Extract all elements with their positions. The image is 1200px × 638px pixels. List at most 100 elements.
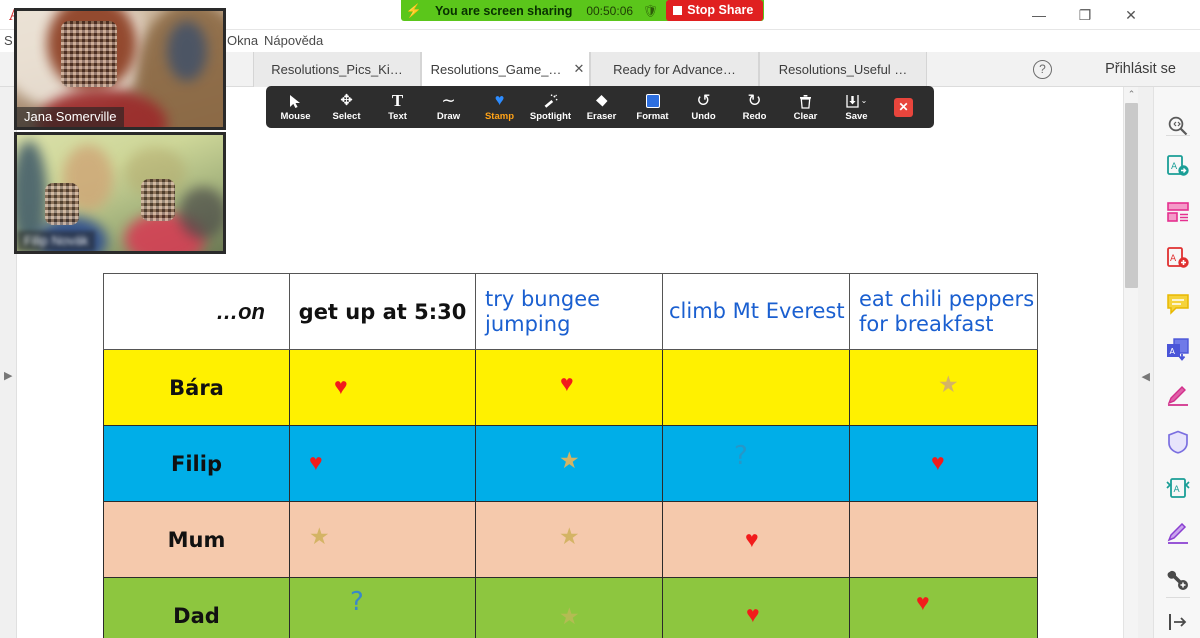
- organize-pages-icon[interactable]: [1161, 195, 1195, 229]
- menu-item-okna[interactable]: Okna: [227, 31, 258, 51]
- combine-files-icon[interactable]: A: [1161, 333, 1195, 367]
- tool-select[interactable]: ✥ Select: [321, 86, 372, 128]
- tool-label: Undo: [691, 110, 716, 122]
- shield-icon: 🛡: [643, 3, 659, 18]
- scrollbar-thumb[interactable]: [1125, 103, 1138, 288]
- tool-spotlight[interactable]: Spotlight: [525, 86, 576, 128]
- cell-bara-everest[interactable]: [662, 349, 850, 426]
- cell-dad-bungee[interactable]: ★: [475, 577, 663, 638]
- more-tools-icon[interactable]: [1161, 563, 1195, 597]
- search-zoom-icon[interactable]: [1161, 109, 1195, 143]
- window-minimize-button[interactable]: —: [1016, 0, 1062, 30]
- stamp-heart-icon: ♥: [334, 373, 348, 399]
- close-toolbar-button[interactable]: ✕: [894, 97, 913, 117]
- cell-bara-chili[interactable]: ★: [849, 349, 1038, 426]
- cell-filip-getup[interactable]: ♥: [289, 425, 476, 502]
- tool-clear[interactable]: Clear: [780, 86, 831, 128]
- stamp-heart-icon: ♥: [931, 449, 945, 475]
- tab-label: Resolutions_Game_…: [430, 61, 562, 77]
- resolutions-table: …on get up at 5:30 try bungee jumping cl…: [103, 273, 1038, 638]
- row-name-dad: Dad: [103, 577, 290, 638]
- chevron-left-icon[interactable]: ◀: [1142, 370, 1150, 383]
- table-row: Bára ♥ ♥ ★: [103, 349, 1038, 426]
- export-pdf-icon[interactable]: A: [1161, 149, 1195, 183]
- cell-mum-bungee[interactable]: ★: [475, 501, 663, 578]
- tab-resolutions-game[interactable]: Resolutions_Game_… ✕: [421, 52, 590, 87]
- tool-draw[interactable]: ∼ Draw: [423, 86, 474, 128]
- tool-text[interactable]: T Text: [372, 86, 423, 128]
- tool-label: Eraser: [586, 110, 617, 122]
- tool-eraser[interactable]: Eraser: [576, 86, 627, 128]
- compress-pdf-icon[interactable]: A: [1161, 471, 1195, 505]
- stamp-star-icon: ★: [559, 603, 580, 629]
- window-close-button[interactable]: ✕: [1108, 0, 1154, 30]
- tab-label: Resolutions_Pics_Ki…: [271, 62, 403, 77]
- tool-format[interactable]: Format: [627, 86, 678, 128]
- cell-filip-chili[interactable]: ♥: [849, 425, 1038, 502]
- text-icon: T: [391, 91, 404, 110]
- tool-redo[interactable]: ↻ Redo: [729, 86, 780, 128]
- video-tile-filip[interactable]: Filip Novák: [14, 132, 226, 254]
- stamp-star-icon: ★: [559, 447, 580, 473]
- scroll-up-icon[interactable]: ⌃: [1124, 87, 1139, 102]
- tool-undo[interactable]: ↺ Undo: [678, 86, 729, 128]
- menu-item-soubor[interactable]: S: [4, 31, 13, 51]
- chevron-right-icon: ▶: [4, 370, 13, 382]
- rail-divider: [1166, 135, 1190, 136]
- stamp-star-icon: ★: [559, 523, 580, 549]
- comment-icon[interactable]: [1161, 287, 1195, 321]
- sign-in-button[interactable]: Přihlásit se: [1105, 61, 1176, 77]
- window-maximize-button[interactable]: ❐: [1062, 0, 1108, 30]
- tools-rail: A A A A: [1153, 87, 1200, 638]
- cell-bara-bungee[interactable]: ♥: [475, 349, 663, 426]
- stamp-heart-icon: ♥: [560, 370, 574, 396]
- stamp-star-icon: ★: [938, 371, 959, 397]
- stamp-heart-icon: ♥: [916, 589, 930, 615]
- row-name-bara: Bára: [103, 349, 290, 426]
- cell-dad-getup[interactable]: ?: [289, 577, 476, 638]
- cursor-icon: [289, 93, 302, 110]
- cell-filip-bungee[interactable]: ★: [475, 425, 663, 502]
- stop-share-label: Stop Share: [687, 3, 754, 17]
- cell-filip-everest[interactable]: ?: [662, 425, 850, 502]
- row-name-mum: Mum: [103, 501, 290, 578]
- stamp-question-icon: ?: [734, 441, 748, 471]
- create-pdf-icon[interactable]: A: [1161, 241, 1195, 275]
- protect-icon[interactable]: [1161, 425, 1195, 459]
- header-cell-topic: …on: [103, 273, 290, 350]
- stop-square-icon: [673, 6, 683, 15]
- svg-text:A: A: [1170, 347, 1176, 356]
- tool-label: Format: [636, 110, 669, 122]
- stop-share-button[interactable]: Stop Share: [666, 0, 764, 21]
- cell-dad-chili[interactable]: ♥: [849, 577, 1038, 638]
- video-name-label: Jana Somerville: [17, 107, 124, 127]
- cell-mum-chili[interactable]: [849, 501, 1038, 578]
- tool-save[interactable]: ⌄ Save: [831, 86, 882, 128]
- cell-mum-everest[interactable]: ♥: [662, 501, 850, 578]
- edit-pdf-icon[interactable]: [1161, 517, 1195, 551]
- collapse-rail-icon[interactable]: [1161, 605, 1195, 638]
- vertical-scrollbar[interactable]: ⌃: [1123, 87, 1138, 638]
- tool-mouse[interactable]: Mouse: [270, 86, 321, 128]
- cell-dad-everest[interactable]: ♥: [662, 577, 850, 638]
- cell-mum-getup[interactable]: ★: [289, 501, 476, 578]
- svg-text:A: A: [1170, 254, 1177, 264]
- menu-item-napoveda[interactable]: Nápověda: [264, 31, 323, 51]
- tab-close-icon[interactable]: ✕: [573, 61, 584, 77]
- tool-label: Select: [332, 110, 361, 122]
- fill-and-sign-icon[interactable]: [1161, 379, 1195, 413]
- svg-text:A: A: [1174, 485, 1181, 495]
- sharing-timer: 00:50:06: [586, 3, 634, 18]
- chevron-down-icon[interactable]: ⌄: [861, 93, 868, 109]
- tab-ready-for-advance[interactable]: Ready for Advance…: [590, 52, 759, 87]
- redo-icon: ↻: [747, 91, 762, 110]
- tab-resolutions-useful[interactable]: Resolutions_Useful …: [759, 52, 927, 87]
- tab-resolutions-pics[interactable]: Resolutions_Pics_Ki…: [253, 52, 421, 87]
- video-tile-jana[interactable]: Jana Somerville: [14, 8, 226, 130]
- help-icon[interactable]: ?: [1033, 60, 1052, 79]
- right-pane-toggle[interactable]: [1138, 87, 1153, 638]
- stamp-star-icon: ★: [309, 523, 330, 549]
- cell-bara-getup[interactable]: ♥: [289, 349, 476, 426]
- table-row: Filip ♥ ★ ? ♥: [103, 425, 1038, 502]
- tool-stamp[interactable]: ♥ Stamp: [474, 86, 525, 128]
